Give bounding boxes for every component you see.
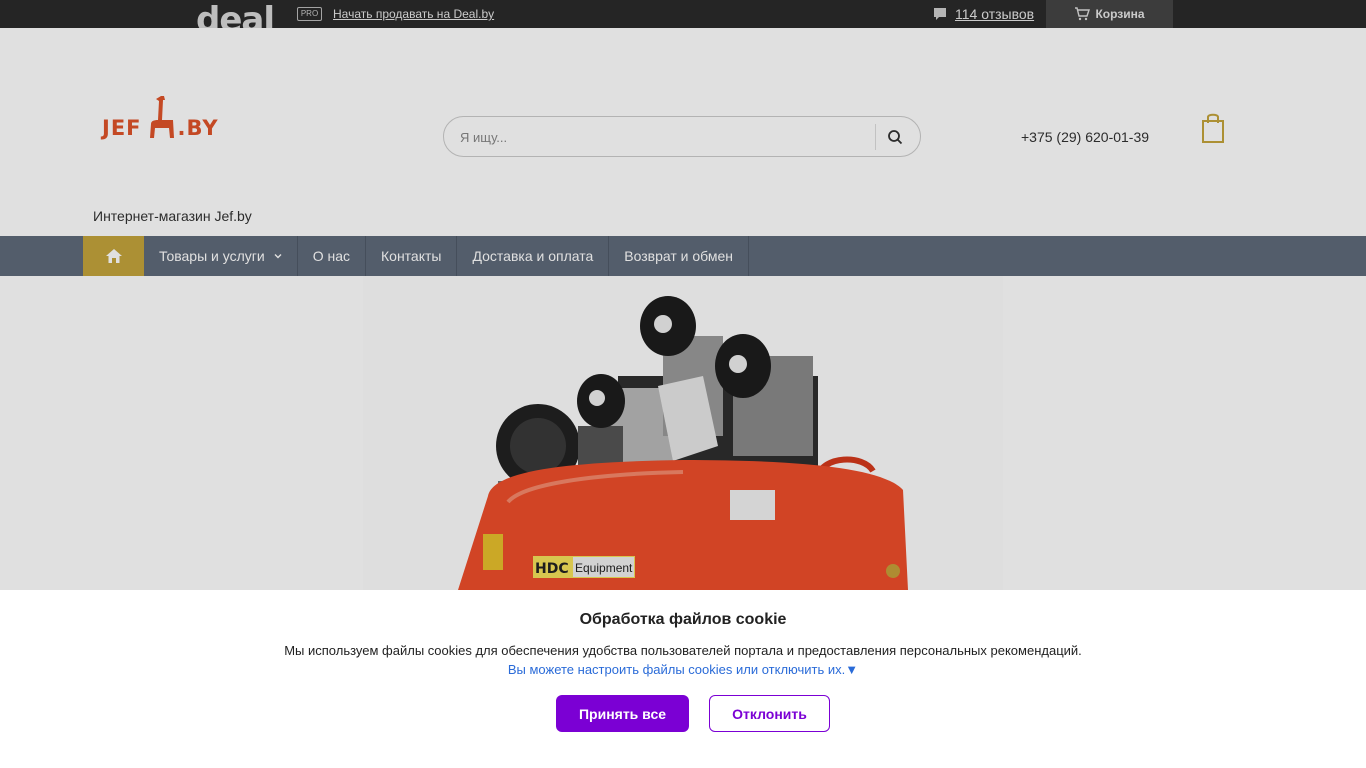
- logo-text-left: JEF: [102, 116, 142, 140]
- nav-item-about[interactable]: О нас: [298, 236, 366, 276]
- nav-item-contacts[interactable]: Контакты: [366, 236, 458, 276]
- cookie-text: Мы используем файлы cookies для обеспече…: [284, 643, 1082, 658]
- shop-name: Интернет-магазин Jef.by: [93, 208, 252, 224]
- chat-icon: [934, 8, 946, 20]
- search-icon: [888, 130, 903, 145]
- cart-label: Корзина: [1095, 7, 1145, 21]
- search-box: [443, 116, 921, 157]
- nav-item-products[interactable]: Товары и услуги: [144, 236, 298, 276]
- search-button[interactable]: [884, 126, 906, 148]
- cart-top-button[interactable]: Корзина: [1046, 0, 1173, 28]
- nav-item-label: Возврат и обмен: [624, 248, 734, 264]
- pro-badge: PRO: [297, 7, 322, 21]
- phone-number[interactable]: +375 (29) 620-01-39: [1021, 129, 1149, 145]
- top-bar: deal PRO Начать продавать на Deal.by 114…: [0, 0, 1366, 28]
- deal-logo[interactable]: deal: [196, 0, 274, 28]
- cookie-settings-link[interactable]: Вы можете настроить файлы cookies или от…: [0, 662, 1366, 677]
- site-logo[interactable]: JEF .BY: [102, 92, 219, 140]
- start-selling-link[interactable]: Начать продавать на Deal.by: [333, 7, 494, 21]
- logo-text-right: .BY: [177, 116, 219, 140]
- nav-item-returns[interactable]: Возврат и обмен: [609, 236, 750, 276]
- product-image[interactable]: HDC Equipment: [363, 276, 1003, 590]
- reviews[interactable]: 114 отзывов: [933, 6, 1034, 22]
- banner: HDC Equipment: [0, 276, 1366, 590]
- header: JEF .BY +375 (29) 620-01-39 Интернет-маг…: [0, 28, 1366, 236]
- home-icon: [105, 249, 122, 263]
- cart-icon: [1075, 7, 1091, 21]
- accept-all-button[interactable]: Принять все: [556, 695, 689, 732]
- compressor-illustration: HDC Equipment: [458, 296, 908, 590]
- giraffe-icon: [149, 96, 174, 138]
- nav-item-label: Контакты: [381, 248, 442, 264]
- nav-item-label: О нас: [312, 248, 350, 264]
- nav-item-delivery[interactable]: Доставка и оплата: [457, 236, 610, 276]
- nav-item-label: Доставка и оплата: [472, 248, 594, 264]
- nav-home-button[interactable]: [83, 236, 144, 276]
- main-nav: Товары и услуги О нас Контакты Доставка …: [0, 236, 1366, 276]
- brand-plate-hdc: HDC: [535, 561, 569, 577]
- cookie-title: Обработка файлов cookie: [579, 611, 787, 628]
- nav-item-label: Товары и услуги: [159, 248, 265, 264]
- reviews-link[interactable]: 114 отзывов: [955, 6, 1034, 22]
- decline-button[interactable]: Отклонить: [709, 695, 830, 732]
- chevron-down-icon: [274, 254, 282, 259]
- shopping-bag-icon[interactable]: [1201, 112, 1225, 144]
- search-divider: [875, 124, 876, 150]
- brand-plate-equipment: Equipment: [575, 561, 633, 575]
- brand-plate: HDC Equipment: [533, 556, 635, 578]
- search-input[interactable]: [460, 127, 860, 147]
- cookie-banner: Обработка файлов cookie Мы используем фа…: [0, 590, 1366, 768]
